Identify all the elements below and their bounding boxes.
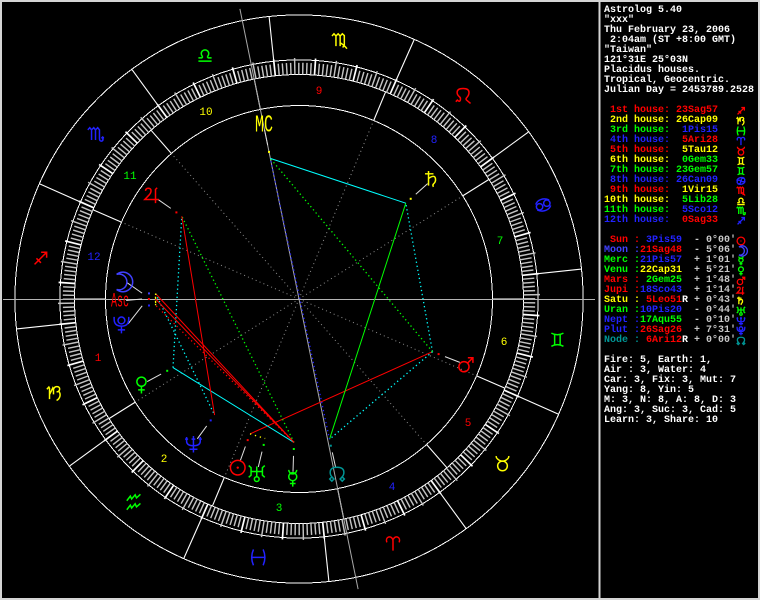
svg-text:11: 11 [123,171,137,183]
svg-text:12: 12 [87,252,100,264]
svg-text:Asc: Asc [111,291,129,314]
svg-text:7: 7 [497,236,504,248]
svg-text:9: 9 [316,86,323,98]
svg-text:MC: MC [255,113,273,140]
svg-text:3: 3 [276,503,283,515]
svg-text:5: 5 [465,418,472,430]
svg-text:2: 2 [161,454,168,466]
svg-text:4: 4 [389,482,396,494]
svg-text:8: 8 [431,135,438,147]
svg-text:6: 6 [501,337,508,349]
svg-text:1: 1 [95,353,102,365]
svg-text:10: 10 [199,107,212,119]
